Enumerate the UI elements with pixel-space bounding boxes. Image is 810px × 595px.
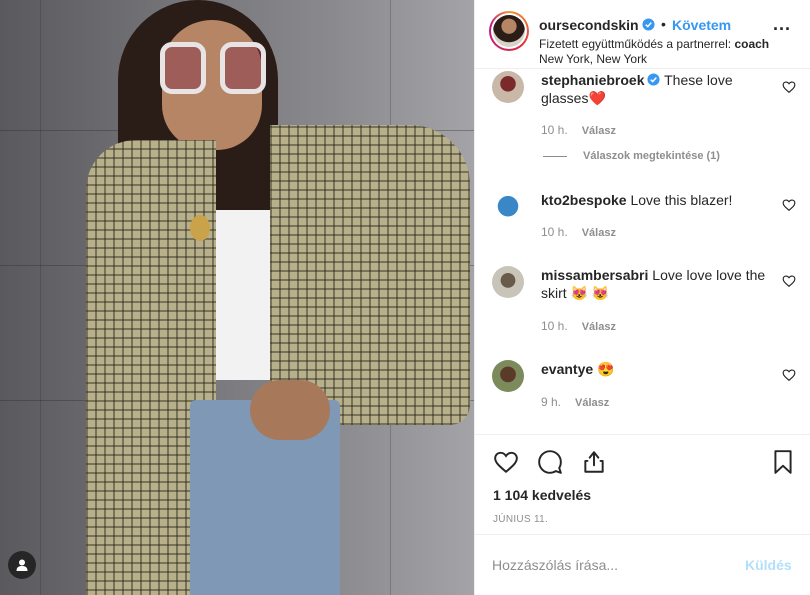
comment-time: 9 h. [541, 395, 562, 409]
post-header: oursecondskin • Követem ... Fizetett egy… [475, 0, 810, 69]
comment-username[interactable]: evantye [541, 361, 593, 377]
comment-text: missambersabri Love love love the skirt … [541, 266, 777, 302]
reply-button[interactable]: Válasz [582, 321, 616, 333]
comment-meta: 10 h. Válasz [541, 123, 616, 137]
post-comment-button[interactable]: Küldés [745, 557, 792, 573]
comment-input[interactable] [492, 554, 732, 576]
separator-dot: • [661, 16, 666, 32]
post-photo[interactable] [0, 0, 474, 595]
author-block: oursecondskin [539, 17, 655, 33]
comment-avatar[interactable] [492, 266, 524, 298]
comment-body: 😍 [597, 361, 615, 377]
photo-glasses-right [220, 42, 266, 94]
action-bar [475, 434, 810, 478]
user-tag-icon [16, 559, 28, 571]
view-replies-button[interactable]: Válaszok megtekintése (1) [543, 150, 720, 162]
comment-meta: 10 h. Válasz [541, 225, 616, 239]
post-date[interactable]: JÚNIUS 11. [493, 514, 548, 525]
comment-text: stephaniebroek These love glasses❤️ [541, 71, 777, 107]
comment-text: kto2bespoke Love this blazer! [541, 191, 777, 209]
more-options-button[interactable]: ... [773, 14, 791, 35]
comment-icon[interactable] [537, 449, 563, 475]
reply-button[interactable]: Válasz [582, 125, 616, 137]
photo-glasses-left [160, 42, 206, 94]
verified-icon [647, 73, 661, 86]
author-avatar[interactable] [489, 11, 529, 51]
likes-count[interactable]: 1 104 kedvelés [493, 487, 591, 503]
comment-avatar[interactable] [492, 360, 524, 392]
comment-time: 10 h. [541, 319, 568, 333]
view-replies-label: Válaszok megtekintése (1) [583, 150, 720, 162]
comment-avatar[interactable] [492, 71, 524, 103]
comment-avatar[interactable] [492, 187, 524, 219]
bookmark-icon[interactable] [770, 449, 796, 475]
partner-link[interactable]: coach [734, 37, 769, 51]
comment-text: evantye 😍 [541, 360, 777, 378]
photo-necklace [190, 215, 210, 241]
author-username[interactable]: oursecondskin [539, 17, 639, 33]
add-comment-bar: Küldés [475, 534, 810, 595]
comment-time: 10 h. [541, 123, 568, 137]
user-tag-button[interactable] [8, 551, 36, 579]
location-link[interactable]: New York, New York [539, 52, 647, 66]
heart-icon[interactable] [493, 449, 519, 475]
divider-line [543, 155, 567, 157]
comment-meta: 10 h. Válasz [541, 319, 616, 333]
comment-time: 10 h. [541, 225, 568, 239]
follow-button[interactable]: Követem [672, 17, 731, 33]
verified-icon [642, 18, 655, 31]
heart-icon[interactable] [782, 80, 796, 94]
share-icon[interactable] [581, 449, 607, 475]
heart-icon[interactable] [782, 368, 796, 382]
photo-hand [250, 380, 330, 440]
comment-list: stephaniebroek These love glasses❤️ 10 h… [475, 69, 810, 434]
comment-meta: 9 h. Válasz [541, 395, 609, 409]
paid-partnership: Fizetett együttműködés a partnerrel: coa… [539, 37, 769, 51]
post-sidebar: oursecondskin • Követem ... Fizetett egy… [474, 0, 810, 595]
comment-body: Love this blazer! [630, 192, 733, 208]
comment-username[interactable]: missambersabri [541, 267, 648, 283]
comment-username[interactable]: kto2bespoke [541, 192, 627, 208]
partnership-label: Fizetett együttműködés a partnerrel: [539, 37, 732, 51]
reply-button[interactable]: Válasz [582, 227, 616, 239]
reply-button[interactable]: Válasz [575, 397, 609, 409]
heart-icon[interactable] [782, 198, 796, 212]
comment-username[interactable]: stephaniebroek [541, 72, 644, 88]
heart-icon[interactable] [782, 274, 796, 288]
wall-seam [40, 0, 41, 595]
